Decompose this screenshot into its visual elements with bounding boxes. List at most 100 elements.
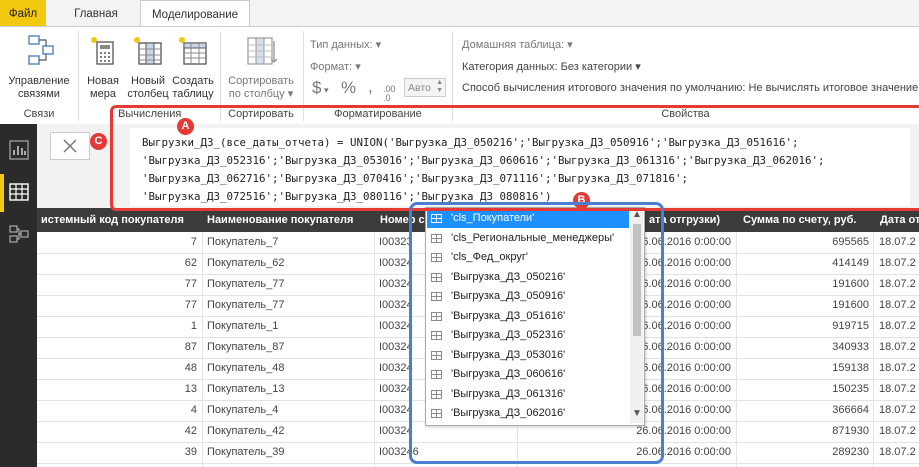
decimal-icon: .00.0 [383,84,396,103]
cell-code: 39 [184,446,197,458]
column-header[interactable]: Сумма по счету, руб. [743,208,873,232]
chevron-down-icon: ▾ [564,39,573,51]
relations-icon [28,35,54,65]
annotation-dropdown-frame [409,202,664,464]
cell-name: Покупатель_48 [207,362,285,374]
percent-button[interactable]: % [341,78,356,98]
ribbon-tab-bar: Файл Главная Моделирование [0,0,919,27]
cell-sum: 414149 [832,257,869,269]
comma-button[interactable]: , [368,77,373,97]
cell-code: 48 [184,362,197,374]
manage-relations-label: Управление [8,75,70,87]
column-header[interactable]: Наименование покупателя [207,208,367,232]
chevron-down-icon: ▾ [321,85,329,95]
summarization-label: Способ вычисления итогового значения по … [462,82,919,94]
cell-name: Покупатель_13 [207,383,285,395]
cell-name: Покупатель_39 [207,446,285,458]
cell-sum: 871930 [832,425,869,437]
cell-date2: 18.07.2 [879,446,916,458]
tab-home[interactable]: Главная [62,0,130,26]
cell-code: 62 [184,257,197,269]
cell-sum: 191600 [832,299,869,311]
data-view-icon[interactable] [9,182,29,202]
new-column-button[interactable]: Новый столбец [126,31,170,105]
model-view-icon[interactable] [9,224,29,244]
new-column-label-2: столбец [127,88,169,100]
decimal-places-button[interactable]: .00.0 [383,85,396,103]
cell-name: Покупатель_1 [207,320,279,332]
cell-code: 77 [184,299,197,311]
cell-name: Покупатель_77 [207,299,285,311]
data-category-label: Категория данных: Без категории [462,61,633,73]
cell-date2: 18.07.2 [879,236,916,248]
tab-modeling[interactable]: Моделирование [140,0,250,27]
group-label-relations: Связи [23,108,55,120]
cell-sum: 289230 [832,446,869,458]
format-dropdown[interactable]: Формат: ▾ [310,60,361,73]
ribbon-separator [78,31,79,121]
auto-label: Авто [408,82,431,94]
cell-code: 42 [184,425,197,437]
annotation-ribbon-frame [110,105,919,211]
report-view-icon[interactable] [9,140,29,160]
cell-sum: 159138 [832,362,869,374]
cell-code: 13 [184,383,197,395]
home-table-dropdown[interactable]: Домашняя таблица: ▾ [462,38,573,51]
chevron-down-icon: ▾ [352,61,361,73]
view-navigation [0,124,37,467]
home-table-label: Домашняя таблица: [462,39,565,51]
currency-button[interactable]: $ ▾ [312,78,329,98]
cell-date2: 18.07.2 [879,320,916,332]
data-type-label: Тип данных: [310,39,373,51]
tab-file[interactable]: Файл [0,0,46,26]
cell-sum: 191600 [832,278,869,290]
cell-date2: 18.07.2 [879,404,916,416]
decimal-places-input[interactable]: Авто ▲ ▼ [404,78,446,97]
cell-name: Покупатель_87 [207,341,285,353]
annotation-badge-a: A [177,118,194,135]
cell-code: 1 [190,320,197,332]
column-header[interactable]: Дата от [880,208,919,232]
cell-name: Покупатель_42 [207,425,285,437]
new-column-label: Новый [131,75,165,87]
new-column-icon [134,37,162,65]
calculator-icon [91,37,114,65]
cell-code: 87 [184,341,197,353]
cell-name: Покупатель_7 [207,236,279,248]
cell-date2: 18.07.2 [879,383,916,395]
chevron-down-icon: ▾ [284,88,294,100]
new-measure-label: Новая [87,75,119,87]
cell-code: 7 [190,236,197,248]
new-table-button[interactable]: Создать таблицу [170,31,216,105]
summarization-dropdown[interactable]: Способ вычисления итогового значения по … [462,82,918,94]
cell-date2: 18.07.2 [879,362,916,374]
data-type-dropdown[interactable]: Тип данных: ▾ [310,38,381,51]
cell-date2: 18.07.2 [879,257,916,269]
chevron-down-icon: ▾ [632,61,641,73]
cell-date2: 18.07.2 [879,341,916,353]
format-label: Формат: [310,61,353,73]
cell-code: 4 [190,404,197,416]
manage-relations-button[interactable]: Управление связями [4,31,74,105]
sort-by-column-label-2: по столбцу [228,88,285,100]
manage-relations-label-2: связями [18,88,60,100]
cell-name: Покупатель_4 [207,404,279,416]
sort-by-column-button[interactable]: Сортировать по столбцу ▾ [222,31,300,105]
cell-date2: 18.07.2 [879,278,916,290]
new-measure-button[interactable]: Новая мера [84,31,122,105]
new-measure-label-2: мера [90,88,116,100]
cell-sum: 366664 [832,404,869,416]
cancel-formula-button[interactable] [50,132,90,160]
nav-selection-indicator [0,174,4,212]
new-table-icon [179,37,207,65]
chevron-down-icon: ▾ [372,39,382,51]
column-header[interactable]: истемный код покупателя [41,208,201,232]
sort-by-column-label: Сортировать [228,75,294,87]
comma-icon: , [368,77,373,96]
cell-name: Покупатель_62 [207,257,285,269]
new-table-label-2: таблицу [172,88,214,100]
close-icon [63,139,77,153]
data-category-dropdown[interactable]: Категория данных: Без категории ▾ [462,60,641,73]
spinner-icon[interactable]: ▲ ▼ [436,79,443,95]
cell-code: 77 [184,278,197,290]
